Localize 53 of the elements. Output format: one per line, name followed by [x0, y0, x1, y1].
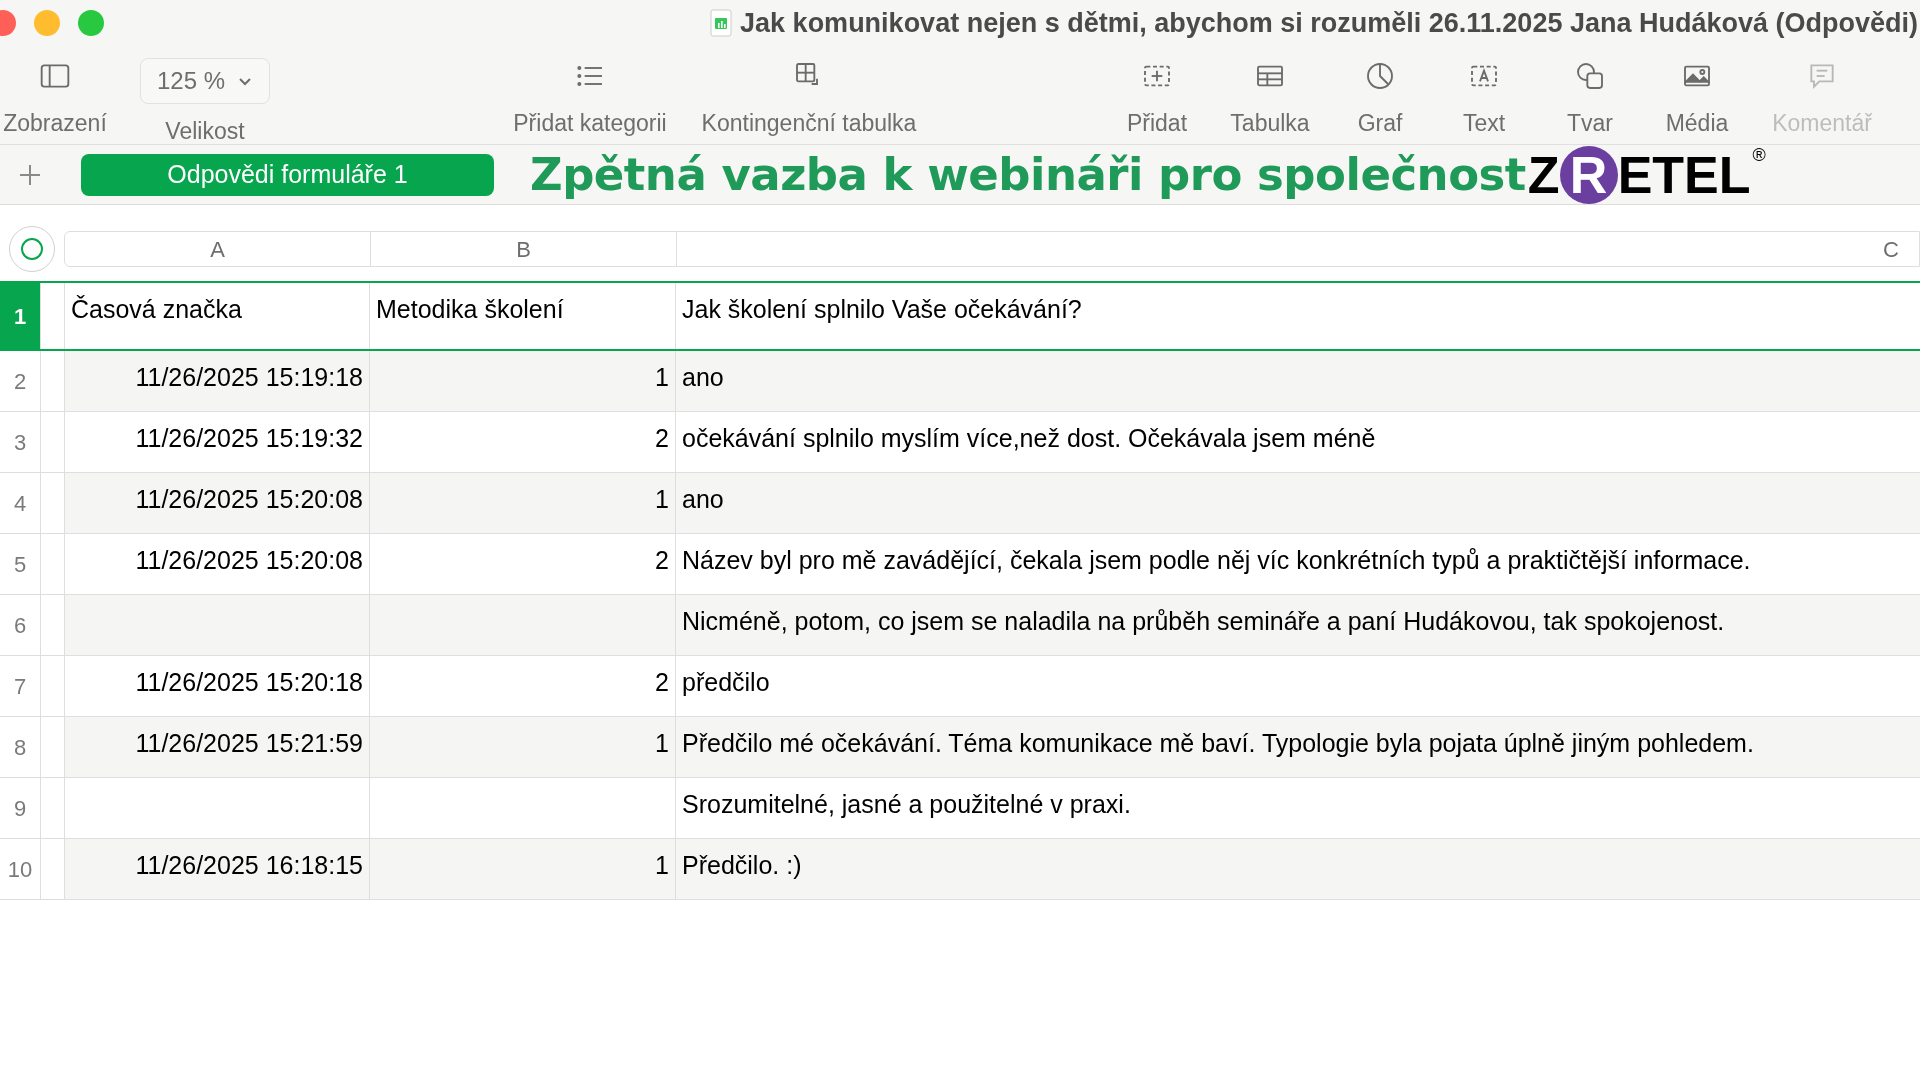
- toolbar-label: Tvar: [1567, 109, 1613, 138]
- zoom-window-button[interactable]: [78, 10, 104, 36]
- table-cell: Nicméně, potom, co jsem se naladila na průběh semináře a paní Hudákovou, tak spokojenost.: [676, 595, 1920, 655]
- toolbar-button[interactable]: Přidat kategorii: [500, 58, 680, 141]
- toolbar-label: Text: [1462, 109, 1506, 138]
- spreadsheet-file-icon: [710, 9, 733, 37]
- table-cell: ano: [676, 473, 1920, 533]
- row-header[interactable]: 1: [0, 283, 41, 349]
- table-cell: 11/26/2025 15:20:18: [64, 656, 370, 716]
- column-header[interactable]: B: [371, 232, 677, 266]
- toolbar-label: Média: [1665, 109, 1729, 138]
- toolbar-label: Kontingenční tabulka: [701, 109, 917, 138]
- table-cell: 1: [370, 717, 676, 777]
- column-header[interactable]: A: [65, 232, 371, 266]
- toolbar-button[interactable]: Média: [1642, 58, 1752, 141]
- table-cell: ano: [676, 351, 1920, 411]
- toolbar-button[interactable]: Text: [1430, 58, 1538, 141]
- minimize-window-button[interactable]: [34, 10, 60, 36]
- table-cell: 11/26/2025 16:18:15: [64, 839, 370, 899]
- table-cell: Časová značka: [64, 283, 370, 349]
- toolbar-button[interactable]: Tabulka: [1210, 58, 1330, 141]
- table-cell: Předčilo mé očekávání. Téma komunikace mě baví. Typologie byla pojata úplně jiným pohledem.: [676, 717, 1920, 777]
- table-cell: 11/26/2025 15:19:32: [64, 412, 370, 472]
- window-title: Jak komunikovat nejen s dětmi, abychom si rozuměli 26.11.2025 Jana Hudáková (Odpovědi): [740, 6, 1918, 40]
- table-cell: 11/26/2025 15:21:59: [64, 717, 370, 777]
- sheet-tab[interactable]: Odpovědi formuláře 1: [81, 153, 494, 196]
- table-cell: 1: [370, 473, 676, 533]
- table-cell: 1: [370, 351, 676, 411]
- headline: Zpětná vazba k webináři pro společnost: [530, 146, 1526, 203]
- toolbar-button[interactable]: Zobrazení: [0, 58, 110, 141]
- toolbar-label: Zobrazení: [3, 109, 107, 138]
- toolbar-label: Přidat: [1126, 109, 1188, 138]
- table-cell: 11/26/2025 15:20:08: [64, 473, 370, 533]
- toolbar-label: Komentář: [1772, 109, 1872, 138]
- toolbar-label: Přidat kategorii: [513, 109, 667, 138]
- select-all-button[interactable]: [9, 226, 55, 272]
- toolbar-label: Tabulka: [1230, 109, 1310, 138]
- zoom-dropdown[interactable]: 125 %: [139, 58, 271, 104]
- toolbar-button[interactable]: Tvar: [1538, 58, 1642, 141]
- shapes-icon: [1574, 60, 1606, 92]
- pie-chart-icon: [1364, 60, 1396, 92]
- add-sheet-icon[interactable]: [18, 162, 42, 187]
- table-cell: Předčilo. :): [676, 839, 1920, 899]
- toolbar-button[interactable]: Graf: [1330, 58, 1430, 141]
- toolbar-label: Velikost: [165, 117, 245, 146]
- table-cell: 11/26/2025 15:19:18: [64, 351, 370, 411]
- table-cell: 1: [370, 839, 676, 899]
- toolbar-label: Graf: [1357, 109, 1403, 138]
- toolbar-button[interactable]: Kontingenční tabulka: [684, 58, 934, 141]
- toolbar-button[interactable]: Přidat: [1112, 58, 1202, 141]
- table-cell: 11/26/2025 15:20:08: [64, 534, 370, 594]
- column-header[interactable]: C: [677, 232, 1919, 266]
- company-logo: Z R ETEL®: [1527, 145, 1766, 204]
